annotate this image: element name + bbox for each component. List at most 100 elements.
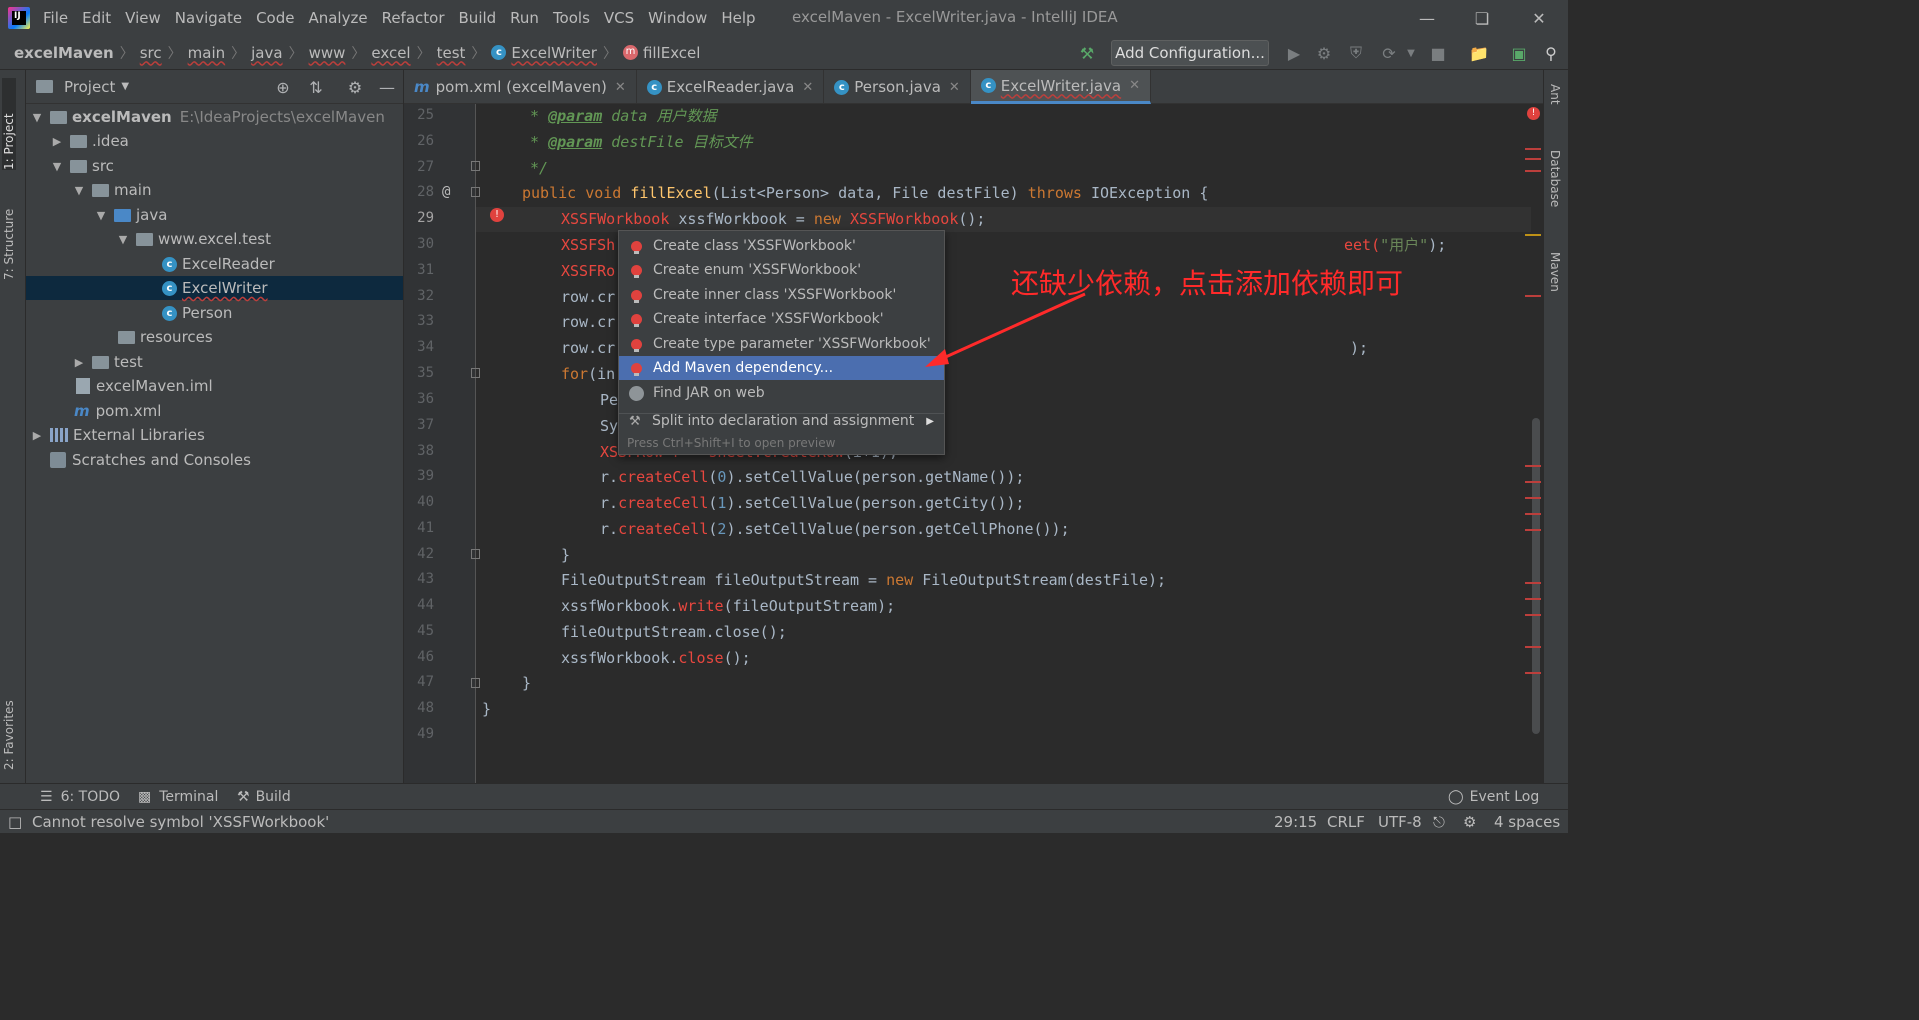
error-stripe-mark[interactable] [1525,598,1541,600]
action-create-enum[interactable]: Create enum 'XSSFWorkbook' [619,258,944,282]
close-icon[interactable]: ✕ [802,80,813,95]
chevron-down-icon[interactable]: ▼ [72,184,86,197]
menu-build[interactable]: Build [452,9,504,27]
menu-edit[interactable]: Edit [75,9,118,27]
locate-icon[interactable]: ⊕ [272,76,294,98]
chevron-down-icon[interactable]: ▼ [1400,42,1422,64]
tree-item-iml[interactable]: excelMaven.iml [26,374,403,398]
warning-stripe-mark[interactable] [1525,234,1541,236]
tree-item-resources[interactable]: resources [26,325,403,349]
action-create-class[interactable]: Create class 'XSSFWorkbook' [619,234,944,258]
restore-button[interactable]: ❏ [1453,0,1511,36]
error-stripe-mark[interactable] [1525,529,1541,531]
tree-item-scratches[interactable]: Scratches and Consoles [26,448,403,472]
menu-navigate[interactable]: Navigate [168,9,249,27]
search-icon[interactable]: ⚲ [1540,42,1562,64]
project-structure-icon[interactable]: 📁 [1468,42,1490,64]
breadcrumb-method[interactable]: m fillExcel [619,44,705,62]
menu-analyze[interactable]: Analyze [301,9,374,27]
menu-run[interactable]: Run [503,9,546,27]
tab-structure-tool[interactable]: 7: Structure [2,185,16,280]
breadcrumb-excel[interactable]: excel [367,44,414,62]
tab-excelreader[interactable]: c ExcelReader.java ✕ [637,70,825,104]
close-icon[interactable]: ✕ [615,80,626,95]
project-view-title[interactable]: Project [64,78,115,96]
error-stripe-mark[interactable] [1525,582,1541,584]
error-stripe-mark[interactable] [1525,295,1541,297]
indent-setting[interactable]: 4 spaces [1494,813,1560,831]
close-icon[interactable]: ✕ [949,80,960,95]
tree-item-excelwriter[interactable]: c ExcelWriter [26,276,403,300]
tab-pom-xml[interactable]: m pom.xml (excelMaven) ✕ [404,70,637,104]
error-stripe-mark[interactable] [1525,481,1541,483]
error-stripe-mark[interactable] [1525,513,1541,515]
breadcrumb-test[interactable]: test [433,44,470,62]
tree-item-src[interactable]: ▼ src [26,154,403,178]
tab-excelwriter[interactable]: c ExcelWriter.java ✕ [970,70,1152,104]
error-stripe-mark[interactable] [1525,672,1541,674]
breadcrumb-www[interactable]: www [305,44,350,62]
error-stripe-mark[interactable] [1525,158,1541,160]
action-find-jar-on-web[interactable]: Find JAR on web [619,381,944,405]
menu-vcs[interactable]: VCS [597,9,641,27]
error-stripe-mark[interactable] [1525,170,1541,172]
tab-ant-tool[interactable]: Ant [1548,84,1562,105]
hide-icon[interactable]: — [376,76,398,98]
tab-database-tool[interactable]: Database [1548,150,1562,207]
breadcrumb-main[interactable]: main [184,44,229,62]
event-log-button[interactable]: ◯ Event Log [1448,789,1539,805]
chevron-down-icon[interactable]: ▼ [30,111,44,124]
collapse-all-icon[interactable]: ⇅ [305,76,327,98]
tree-item-main[interactable]: ▼ main [26,178,403,202]
terminal-window-icon[interactable]: ▣ [1508,42,1530,64]
chevron-down-icon[interactable]: ▼ [121,81,129,92]
error-stripe-mark[interactable] [1525,614,1541,616]
fold-marker-icon[interactable] [471,187,480,197]
fold-marker-icon[interactable] [471,678,480,688]
breadcrumb-project[interactable]: excelMaven [10,44,118,62]
tree-item-external-libraries[interactable]: ▶ External Libraries [26,423,403,447]
breadcrumb-src[interactable]: src [136,44,166,62]
breadcrumb-class[interactable]: c ExcelWriter [487,44,601,62]
tab-favorites-tool[interactable]: 2: Favorites [2,670,16,770]
profile-icon[interactable]: ⟳ [1378,42,1400,64]
debug-icon[interactable]: ⚙ [1313,42,1335,64]
error-stripe-mark[interactable] [1525,465,1541,467]
fold-marker-icon[interactable] [471,549,480,559]
line-separator[interactable]: CRLF [1327,813,1365,831]
minimize-button[interactable]: — [1398,0,1456,36]
menu-file[interactable]: File [36,9,75,27]
error-stripe-mark[interactable] [1525,148,1541,150]
menu-code[interactable]: Code [249,9,301,27]
stop-icon[interactable]: ■ [1427,42,1449,64]
menu-refactor[interactable]: Refactor [375,9,452,27]
tree-item-person[interactable]: c Person [26,301,403,325]
tree-item-idea[interactable]: ▶ .idea [26,129,403,153]
chevron-down-icon[interactable]: ▼ [116,233,130,246]
close-icon[interactable]: ✕ [1129,78,1140,93]
action-create-type-parameter[interactable]: Create type parameter 'XSSFWorkbook' [619,332,944,356]
caret-position[interactable]: 29:15 [1274,813,1317,831]
inspector-icon[interactable]: ⚙ [1463,813,1476,831]
tab-maven-tool[interactable]: Maven [1548,252,1562,292]
tree-item-excelreader[interactable]: c ExcelReader [26,252,403,276]
gear-icon[interactable]: ⚙ [344,76,366,98]
file-encoding[interactable]: UTF-8 [1378,813,1422,831]
tree-item-package[interactable]: ▼ www.excel.test [26,227,403,251]
menu-help[interactable]: Help [714,9,762,27]
tree-item-excelMaven[interactable]: ▼ excelMaven E:\IdeaProjects\excelMaven [26,105,403,129]
lock-icon[interactable]: ⎋ [1433,813,1445,831]
fold-marker-icon[interactable] [471,161,480,171]
coverage-icon[interactable]: ⛨ [1345,42,1367,64]
terminal-tool-button[interactable]: ▩ Terminal [138,789,218,805]
action-create-inner-class[interactable]: Create inner class 'XSSFWorkbook' [619,283,944,307]
tab-project-tool[interactable]: 1: Project [2,78,16,170]
action-add-maven-dependency[interactable]: Add Maven dependency... [619,356,944,380]
tree-item-java[interactable]: ▼ java [26,203,403,227]
build-tool-button[interactable]: ⚒ Build [237,789,291,805]
menu-window[interactable]: Window [641,9,714,27]
add-configuration-button[interactable]: Add Configuration... [1111,40,1269,66]
code-editor[interactable]: 25 26 27 28 29 30 31 32 33 34 35 36 37 38 39 40 41 42 43 44… [404,104,1543,783]
action-create-interface[interactable]: Create interface 'XSSFWorkbook' [619,307,944,331]
square-icon[interactable]: □ [8,813,22,831]
